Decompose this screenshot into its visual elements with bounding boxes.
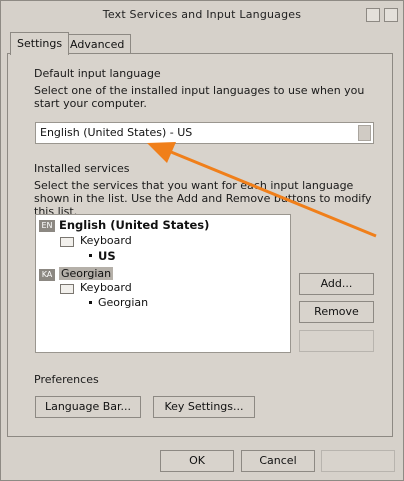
annotation-arrow-icon: [147, 142, 377, 238]
dialog-window: Text Services and Input Languages Settin…: [0, 0, 404, 481]
tab-settings[interactable]: Settings: [10, 32, 70, 55]
